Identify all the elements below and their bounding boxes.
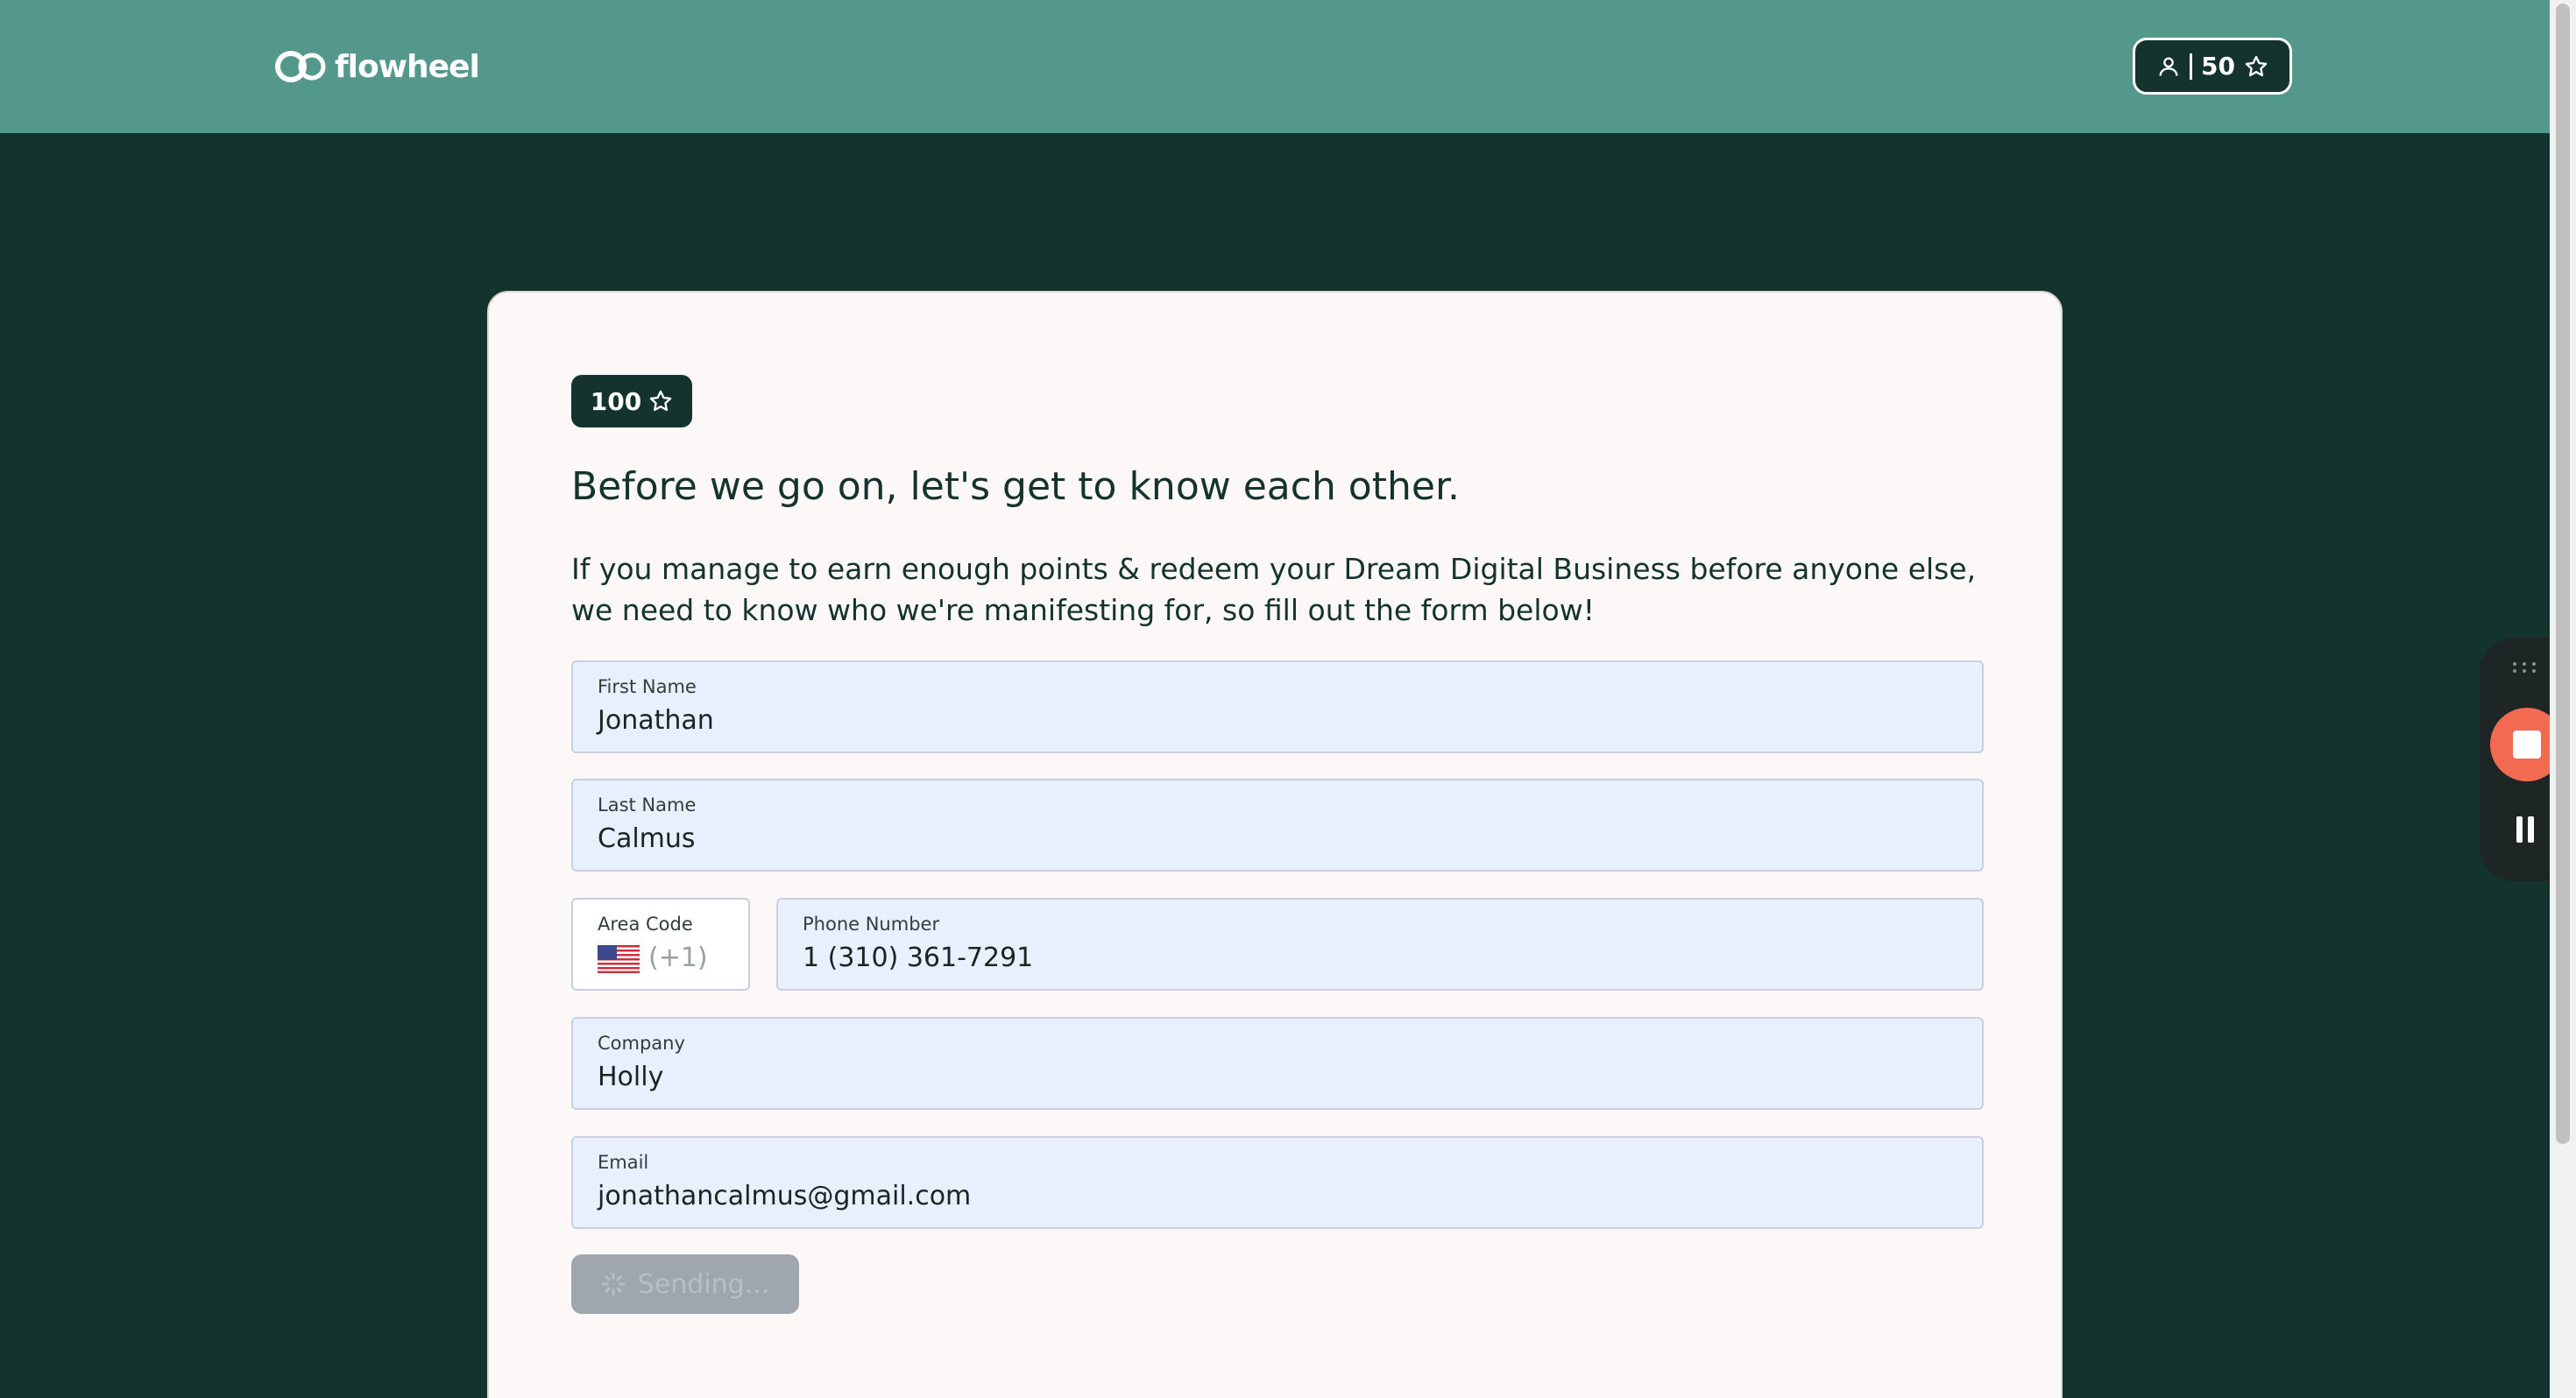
top-bar: flowheel 50 [0, 0, 2550, 133]
divider [2190, 53, 2193, 80]
logo[interactable]: flowheel [275, 47, 480, 86]
signup-card: 100 Before we go on, let's get to know e… [487, 291, 2063, 1398]
user-icon [2159, 57, 2178, 76]
company-value[interactable]: Holly [598, 1061, 1957, 1094]
page-title: Before we go on, let's get to know each … [571, 464, 1460, 509]
first-name-value[interactable]: Jonathan [598, 704, 1957, 738]
last-name-value[interactable]: Calmus [598, 823, 1957, 856]
email-field[interactable]: Email jonathancalmus@gmail.com [571, 1136, 1984, 1229]
spinner-icon [601, 1272, 625, 1296]
page-scrollbar[interactable] [2550, 0, 2576, 1398]
points-badge: 100 [571, 375, 692, 427]
intro-text: If you manage to earn enough points & re… [571, 552, 1977, 627]
area-code-label: Area Code [598, 914, 693, 935]
email-value[interactable]: jonathancalmus@gmail.com [598, 1180, 1957, 1213]
submit-label: Sending... [637, 1268, 770, 1300]
points-count: 50 [2201, 52, 2235, 81]
company-field[interactable]: Company Holly [571, 1017, 1984, 1110]
star-icon [2245, 55, 2268, 76]
first-name-label: First Name [598, 676, 697, 697]
area-code-value: (+1) [648, 943, 708, 973]
pause-icon[interactable] [2515, 816, 2536, 843]
logo-icon [275, 51, 326, 82]
phone-number-label: Phone Number [803, 914, 940, 935]
scrollbar-thumb[interactable] [2556, 4, 2570, 1144]
recording-controls [2480, 638, 2564, 881]
drag-handle-icon[interactable] [2511, 660, 2537, 674]
last-name-field[interactable]: Last Name Calmus [571, 779, 1984, 872]
company-label: Company [598, 1033, 685, 1054]
area-code-select[interactable]: Area Code (+1) [571, 898, 750, 991]
email-label: Email [598, 1152, 649, 1173]
phone-number-value[interactable]: 1 (310) 361-7291 [803, 942, 1957, 975]
user-points-button[interactable]: 50 [2133, 38, 2292, 95]
phone-number-field[interactable]: Phone Number 1 (310) 361-7291 [776, 898, 1984, 991]
us-flag-icon [598, 944, 640, 973]
first-name-field[interactable]: First Name Jonathan [571, 660, 1984, 753]
last-name-label: Last Name [598, 794, 697, 816]
badge-points: 100 [590, 386, 642, 416]
submit-button[interactable]: Sending... [571, 1254, 799, 1314]
logo-text: flowheel [335, 48, 480, 85]
star-icon [649, 390, 672, 412]
